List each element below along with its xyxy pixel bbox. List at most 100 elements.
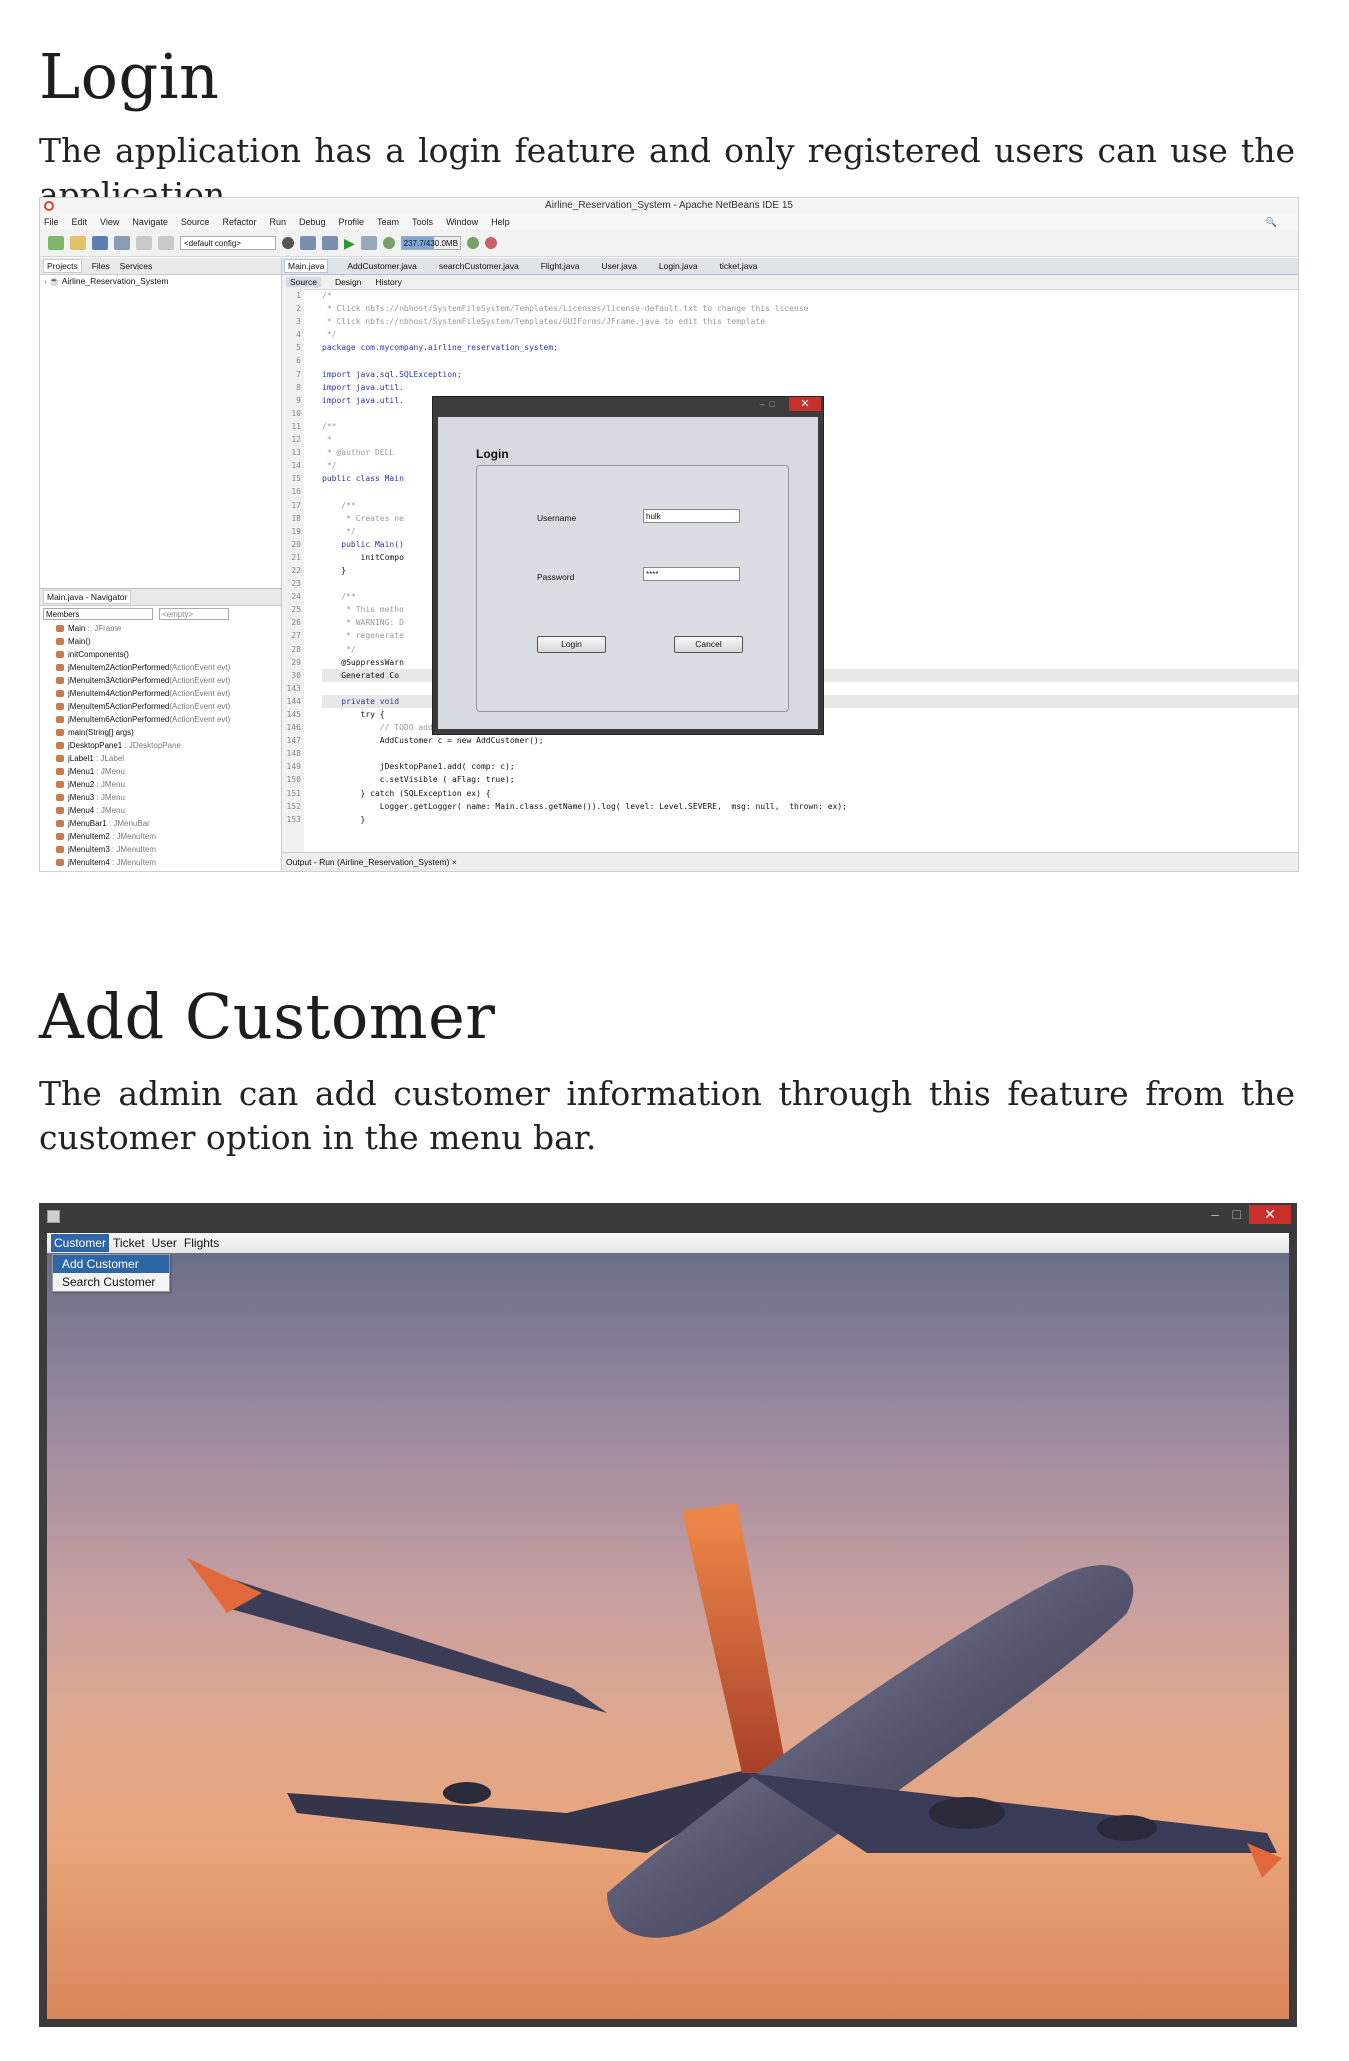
app-menu-ticket[interactable]: Ticket <box>110 1234 148 1252</box>
run-icon[interactable]: ▶ <box>344 235 355 252</box>
member-type: : JMenuBar <box>106 819 150 828</box>
menu-item-add-customer[interactable]: Add Customer <box>53 1255 169 1273</box>
line-number: 6 <box>296 356 301 366</box>
login-button[interactable]: Login <box>537 636 606 653</box>
navigator-item[interactable]: jMenuItem4 : JMenuItem <box>40 856 281 869</box>
navigator-item[interactable]: jMenu2 : JMenu <box>40 778 281 791</box>
navigator-item[interactable]: jMenuItem3 : JMenuItem <box>40 843 281 856</box>
navigator-pane: Main.java - Navigator Members <empty> Ma… <box>40 588 281 871</box>
minimize-icon[interactable]: – □ <box>760 399 775 409</box>
navigator-item[interactable]: jMenuItem2 : JMenuItem <box>40 830 281 843</box>
minimize-icon[interactable]: – <box>1211 1206 1219 1222</box>
member-icon <box>56 859 64 866</box>
open-project-icon[interactable] <box>92 236 108 250</box>
navigator-item[interactable]: jMenu3 : JMenu <box>40 791 281 804</box>
ide-menu-item[interactable]: Refactor <box>222 217 256 227</box>
maximize-icon[interactable]: □ <box>1233 1206 1241 1222</box>
navigator-item[interactable]: jMenuItem6ActionPerformed(ActionEvent ev… <box>40 713 281 726</box>
new-project-icon[interactable] <box>48 236 64 250</box>
editor-subtabs: Source Design History <box>282 275 1298 290</box>
pane-tab[interactable]: Services <box>120 261 153 271</box>
navigator-item[interactable]: jDesktopPane1 : JDesktopPane <box>40 739 281 752</box>
editor-tab[interactable]: Login.java <box>656 260 701 272</box>
username-field[interactable]: hulk <box>643 509 740 523</box>
cancel-button[interactable]: Cancel <box>674 636 743 653</box>
editor-tabs: Main.java AddCustomer.java searchCustomer.… <box>282 258 1298 275</box>
navigator-item[interactable]: Main :: JFrame <box>40 622 281 635</box>
editor-tab[interactable]: searchCustomer.java <box>436 260 522 272</box>
editor-subtab[interactable]: Design <box>335 277 361 287</box>
new-file-icon[interactable] <box>70 236 86 250</box>
code-line: * Click nbfs://nbhost/SystemFileSystem/T… <box>322 304 809 314</box>
ide-menu-item[interactable]: Run <box>269 217 286 227</box>
app-menu-flights[interactable]: Flights <box>181 1234 222 1252</box>
line-number: 2 <box>296 304 301 314</box>
ide-menu-item[interactable]: Help <box>491 217 510 227</box>
line-number: 3 <box>296 317 301 327</box>
ide-menu-item[interactable]: Profile <box>339 217 365 227</box>
pane-tab[interactable]: Projects <box>43 259 82 273</box>
navigator-item[interactable]: initComponents() <box>40 648 281 661</box>
memory-indicator[interactable]: 237.7/430.0MB <box>400 236 461 250</box>
editor-tab[interactable]: User.java <box>598 260 639 272</box>
editor-subtab[interactable]: Source <box>286 277 321 287</box>
navigator-item[interactable]: jMenu4 : JMenu <box>40 804 281 817</box>
ide-menu-item[interactable]: Source <box>181 217 210 227</box>
code-line: } <box>322 814 366 824</box>
save-all-icon[interactable] <box>114 236 130 250</box>
editor-tab[interactable]: Flight.java <box>538 260 583 272</box>
navigator-item[interactable]: jMenuItem2ActionPerformed(ActionEvent ev… <box>40 661 281 674</box>
navigator-item[interactable]: main(String[] args) <box>40 726 281 739</box>
app-menu-customer[interactable]: Customer <box>51 1234 110 1252</box>
globe-icon[interactable] <box>282 237 294 249</box>
build-icon[interactable] <box>300 236 316 250</box>
menu-item-search-customer[interactable]: Search Customer <box>53 1273 169 1291</box>
editor-subtab[interactable]: History <box>375 277 401 287</box>
close-icon[interactable]: ✕ <box>1249 1205 1291 1224</box>
navigator-item[interactable]: jMenuBar1 : JMenuBar <box>40 817 281 830</box>
navigator-item[interactable]: jMenuItem5ActionPerformed(ActionEvent ev… <box>40 700 281 713</box>
ide-menu-item[interactable]: File <box>44 217 59 227</box>
search-icon[interactable]: 🔍 <box>1266 217 1277 228</box>
project-tree-item[interactable]: › ☕ Airline_Reservation_System <box>40 275 281 288</box>
navigator-item[interactable]: Main() <box>40 635 281 648</box>
password-field[interactable]: **** <box>643 567 740 581</box>
login-title: Login <box>476 447 509 461</box>
debug-icon[interactable] <box>360 236 377 250</box>
ide-window-title: Airline_Reservation_System - Apache NetB… <box>545 200 793 211</box>
ide-menu-item[interactable]: Tools <box>412 217 433 227</box>
close-icon[interactable]: ✕ <box>789 397 821 411</box>
navigator-item[interactable]: jMenu1 : JMenu <box>40 765 281 778</box>
ide-menu-item[interactable]: Team <box>377 217 399 227</box>
navigator-title[interactable]: Main.java - Navigator <box>43 590 132 604</box>
ide-menu-item[interactable]: View <box>100 217 119 227</box>
empty-select[interactable]: <empty> <box>159 608 229 620</box>
redo-icon[interactable] <box>158 236 174 250</box>
navigator-item[interactable]: jLabel1 : JLabel <box>40 752 281 765</box>
clean-build-icon[interactable] <box>322 236 338 250</box>
member-name: jLabel1 <box>68 754 94 763</box>
profile-ide-icon[interactable] <box>484 237 497 249</box>
gc-icon[interactable] <box>466 237 479 249</box>
ide-menu-item[interactable]: Edit <box>72 217 88 227</box>
app-menu-user[interactable]: User <box>149 1234 180 1252</box>
pane-tab[interactable]: Files <box>92 261 110 271</box>
config-select[interactable]: <default config> <box>180 236 276 250</box>
output-label: Output - Run (Airline_Reservation_System… <box>286 857 450 867</box>
line-number: 152 <box>286 801 301 811</box>
undo-icon[interactable] <box>136 236 152 250</box>
navigator-item[interactable]: jMenuItem4ActionPerformed(ActionEvent ev… <box>40 687 281 700</box>
ide-menu-item[interactable]: Debug <box>299 217 326 227</box>
ide-titlebar: Airline_Reservation_System - Apache NetB… <box>40 198 1298 214</box>
navigator-item[interactable]: jMenuItem3ActionPerformed(ActionEvent ev… <box>40 674 281 687</box>
ide-menu-item[interactable]: Navigate <box>132 217 168 227</box>
member-type: (ActionEvent evt) <box>169 715 231 724</box>
editor-tab[interactable]: ticket.java <box>717 260 761 272</box>
editor-tab[interactable]: Main.java <box>284 259 329 273</box>
line-number: 151 <box>286 788 301 798</box>
members-select[interactable]: Members <box>43 608 153 620</box>
profile-icon[interactable] <box>382 237 395 249</box>
editor-tab[interactable]: AddCustomer.java <box>344 260 419 272</box>
ide-menu-item[interactable]: Window <box>446 217 478 227</box>
output-tab[interactable]: Output - Run (Airline_Reservation_System… <box>282 852 1298 871</box>
